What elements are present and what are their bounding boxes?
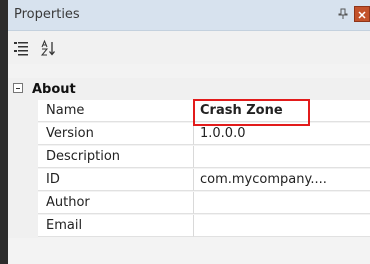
property-row-description[interactable]: Description xyxy=(8,146,370,169)
property-name: Description xyxy=(38,146,194,168)
category-label: About xyxy=(32,82,76,97)
panel-titlebar: Properties xyxy=(8,0,370,31)
categorized-icon[interactable] xyxy=(12,39,30,57)
property-value[interactable]: com.mycompany.... xyxy=(194,169,370,191)
property-row-author[interactable]: Author xyxy=(8,192,370,215)
property-value[interactable] xyxy=(194,215,370,237)
property-name: ID xyxy=(38,169,194,191)
panel-title: Properties xyxy=(14,7,80,22)
left-border xyxy=(0,0,8,264)
pin-icon[interactable] xyxy=(338,8,348,20)
property-row-name[interactable]: Name Crash Zone xyxy=(8,100,370,123)
properties-panel: Properties About Name Crash Zone Version… xyxy=(8,0,370,264)
selection-highlight xyxy=(193,99,310,126)
category-about[interactable]: About xyxy=(8,78,370,100)
property-value[interactable]: 1.0.0.0 xyxy=(194,123,370,145)
alphabetical-icon[interactable] xyxy=(40,39,58,57)
property-grid: Name Crash Zone Version 1.0.0.0 Descript… xyxy=(8,100,370,238)
property-name: Name xyxy=(38,100,194,122)
collapse-icon[interactable] xyxy=(13,83,23,93)
property-name: Version xyxy=(38,123,194,145)
property-value[interactable] xyxy=(194,146,370,168)
property-row-version[interactable]: Version 1.0.0.0 xyxy=(8,123,370,146)
property-row-email[interactable]: Email xyxy=(8,215,370,238)
property-name: Email xyxy=(38,215,194,237)
close-icon[interactable] xyxy=(354,6,370,22)
property-name: Author xyxy=(38,192,194,214)
properties-toolbar xyxy=(8,31,370,64)
property-value[interactable] xyxy=(194,192,370,214)
property-row-id[interactable]: ID com.mycompany.... xyxy=(8,169,370,192)
